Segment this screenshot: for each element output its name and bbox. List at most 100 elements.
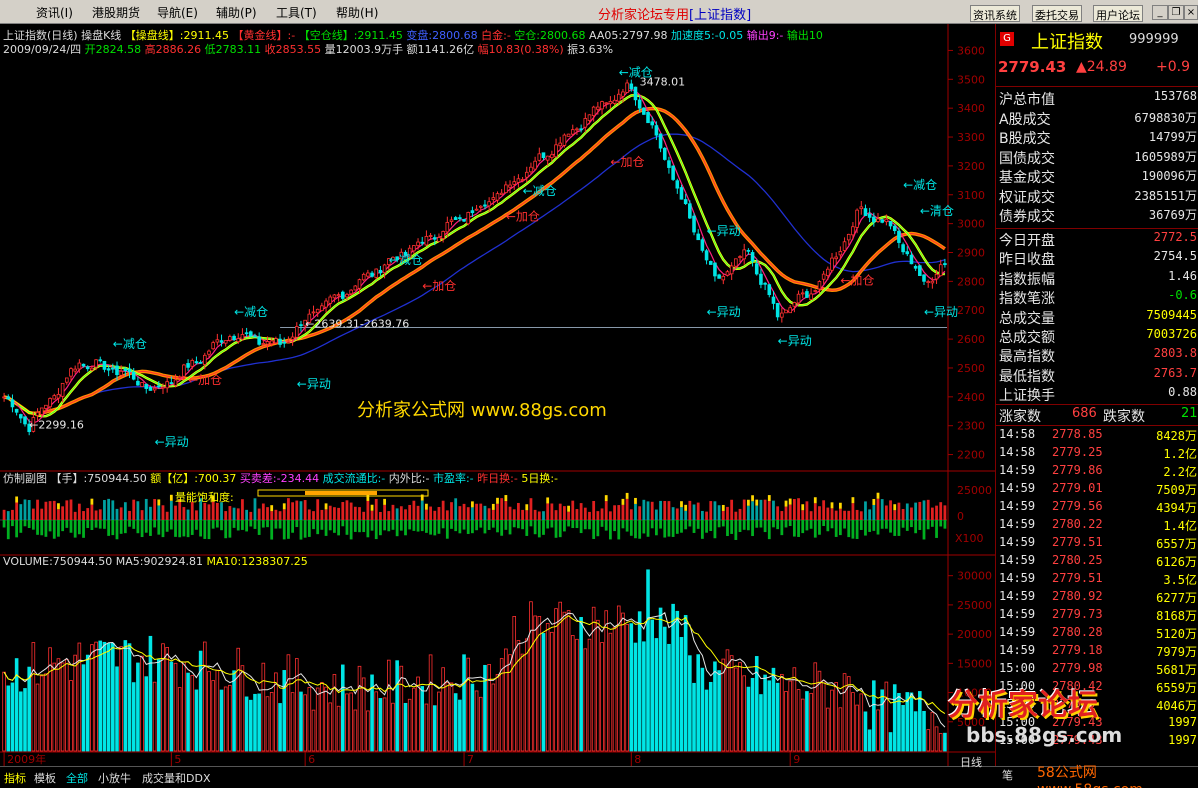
indicator-down-bar [136,520,140,534]
menu-assist[interactable]: 辅助(P) [216,4,257,21]
indicator-down-bar [533,520,537,535]
indicator-down-bar [797,520,800,537]
volume-bar [370,674,374,752]
indicator-up-bar [77,503,81,520]
forum-button[interactable]: 用户论坛 [1093,5,1143,22]
menu-info[interactable]: 资讯(I) [36,4,73,21]
volume-bar [746,686,751,752]
indicator-peak-bar [872,498,876,505]
tab-volume-ddx[interactable]: 成交量和DDX [142,770,210,786]
indicator-up-bar [257,508,261,520]
candle-body [115,365,119,376]
restore-icon[interactable]: ❐ [1168,5,1184,20]
indicator-up-bar [316,499,320,520]
candle-body [679,187,684,200]
menu-help[interactable]: 帮助(H) [336,4,378,21]
indicator-down-bar [496,520,499,533]
minimize-icon[interactable]: _ [1152,5,1168,20]
candle-body [223,340,228,344]
indicator-peak-bar [721,504,725,511]
close-icon[interactable]: × [1184,5,1198,20]
volume-bar [169,661,174,752]
period-label[interactable]: 日线 [960,754,982,770]
volume-bar [671,603,675,752]
indicator-up-bar [19,504,23,520]
indicator-down-bar [458,520,462,534]
indicator-down-bar [596,520,600,537]
chart-area[interactable]: 2200 2300 2400 2500 2600 2700 2800 2900 3000 3100… [0,24,995,766]
volume-bar [353,709,358,752]
indicator-down-bar [897,520,901,536]
indicator-down-bar [90,520,94,530]
menu-tools[interactable]: 工具(T) [276,4,317,21]
indicator-down-bar [792,520,796,537]
tab-xiaofangniu[interactable]: 小放牛 [98,770,131,786]
signal-annotation: ←加仓 [610,155,644,169]
kline-chart[interactable]: 2200 2300 2400 2500 2600 2700 2800 2900 3000 3100… [0,24,995,766]
row-value: 153768 [1153,89,1197,103]
tick-volume: 6277万 [1156,591,1197,605]
menu-navigate[interactable]: 导航(E) [157,4,198,21]
volume-bar [504,648,508,752]
menu-hk-futures[interactable]: 港股期货 [92,4,140,21]
volume-bar [625,624,629,752]
row-value: 1605989万 [1134,149,1197,164]
indicator-up-bar [943,505,947,520]
indicator-up-bar [261,503,265,520]
indicator-up-bar [328,505,332,520]
candle-body [23,416,27,425]
indicator-up-bar [700,510,704,520]
indicator-up-bar [843,510,846,520]
candle-body [157,385,161,388]
stat-value: 7509445 [1146,307,1197,322]
tick-volume: 6126万 [1156,555,1197,569]
indicator-up-bar [939,502,943,520]
indicator-up-bar [575,509,579,520]
indicator-down-bar [324,520,328,536]
indicator-peak-bar [420,494,424,501]
volume-bar [240,665,245,752]
indicator-up-bar [755,505,759,520]
tab-indicator[interactable]: 指标 [4,770,26,786]
tab-template[interactable]: 模板 [34,770,56,786]
indicator-up-bar [65,500,69,520]
volume-bar [432,705,437,752]
trade-button[interactable]: 委托交易 [1032,5,1082,22]
indicator-down-bar [437,520,441,534]
indicator-down-bar [613,520,616,532]
indicator-down-bar [303,520,307,538]
news-system-button[interactable]: 资讯系统 [970,5,1020,22]
main-header-line2: 2009/09/24/四 开2824.58 高2886.26 低2783.11 … [3,43,614,56]
volume-bar [809,692,813,752]
volume-bar [754,656,759,752]
volume-bar [729,655,734,752]
indicator-peak-bar [425,503,428,510]
volume-tick-label: 25000 [957,599,992,612]
indicator-up-bar [253,498,257,520]
indicator-peak-bar [625,492,629,499]
month-label: 5 [174,753,181,766]
volume-bar [48,647,52,752]
tick-volume: 8168万 [1156,609,1197,623]
volume-bar [583,648,588,752]
indicator-down-bar [320,520,324,530]
indicator-up-bar [174,505,177,520]
indicator-down-bar [387,520,391,532]
candle-body [650,121,655,126]
volume-bar [805,691,809,752]
indicator-up-bar [123,502,127,520]
signal-annotation: ←异动 [707,224,741,238]
candle-body [562,134,567,146]
candle-body [131,371,136,380]
candle-body [892,225,897,232]
tab-all[interactable]: 全部 [66,770,88,786]
indicator-down-bar [805,520,809,531]
candle-body [579,128,583,131]
indicator-down-bar [454,520,458,532]
indicator-down-bar [918,520,922,530]
indicator-up-bar [282,509,286,520]
indicator-down-bar [44,520,48,537]
volume-bar [713,661,717,752]
indicator-peak-bar [282,503,286,510]
indicator-down-bar [48,520,52,532]
